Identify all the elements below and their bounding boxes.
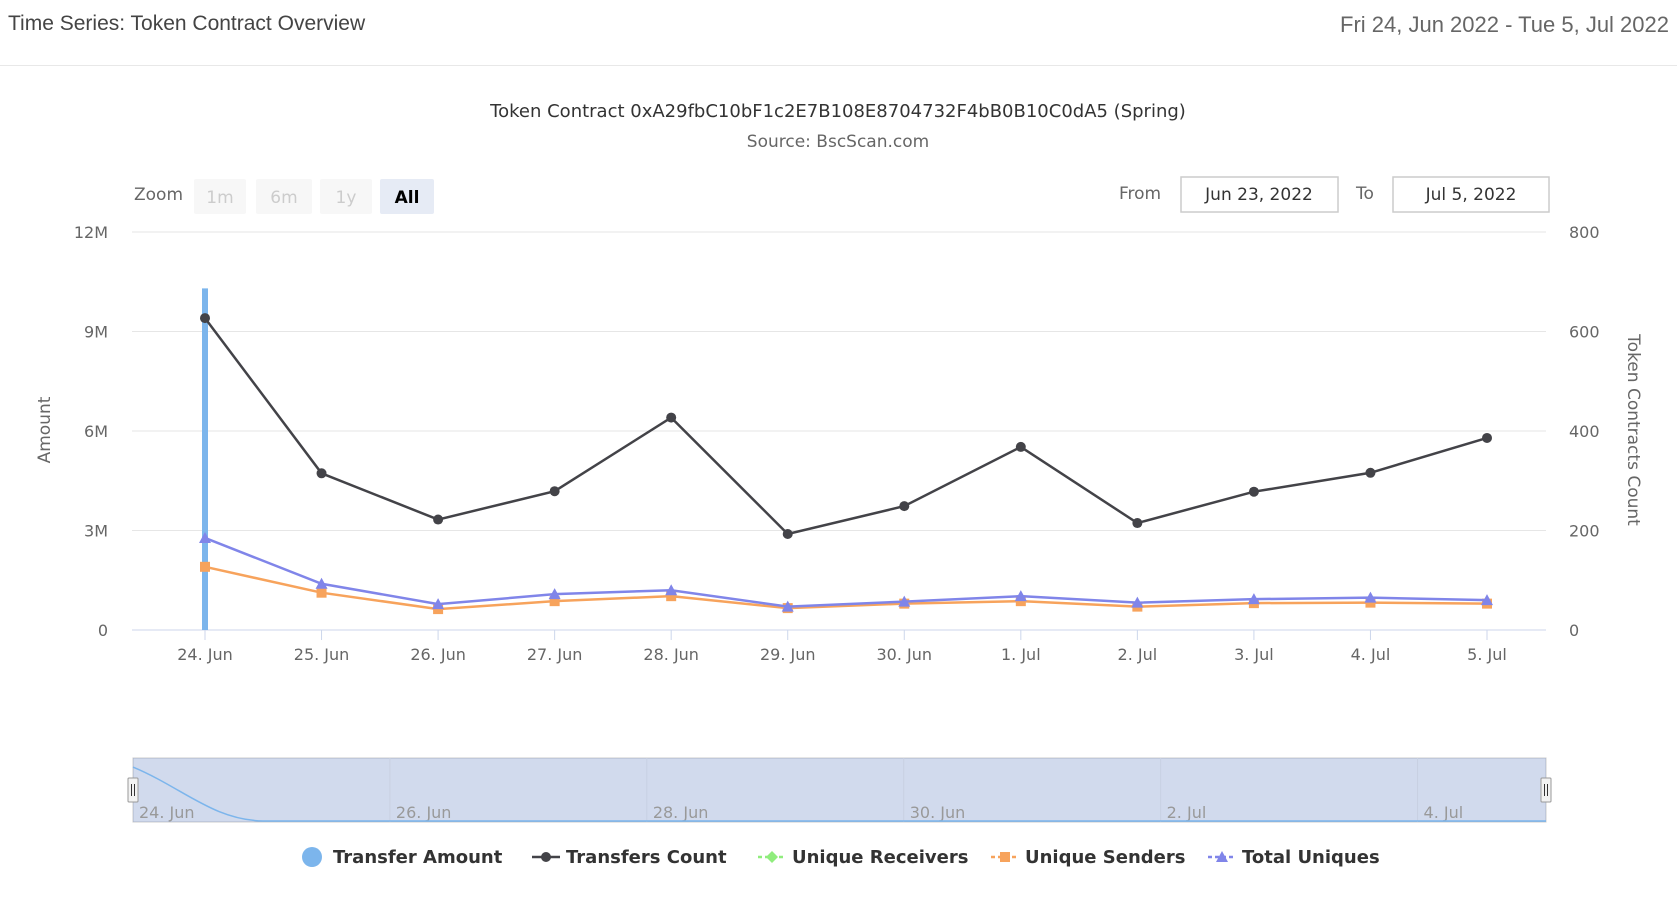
navigator[interactable]: 24. Jun 26. Jun 28. Jun 30. Jun 2. Jul 4. Jul [127,757,1552,823]
transfers-count-point [782,528,793,539]
x-tick-label: 28. Jun [643,645,699,664]
legend-item-transfers-count[interactable]: Transfers Count [532,847,727,868]
legend-symbol [1000,852,1010,862]
y-left-tick-label: 9M [84,323,108,342]
zoom-button-6m[interactable]: 6m [256,179,312,214]
transfers-count-point [1365,467,1376,478]
navigator-label: 30. Jun [910,803,966,822]
legend-item-unique-receivers[interactable]: Unique Receivers [758,847,968,868]
legend: Transfer Amount Transfers Count Unique Rec… [302,847,1380,868]
legend-symbol [302,847,322,867]
zoom-button-label: 6m [270,188,297,208]
chart-svg: Token Contract 0xA29fbC10bF1c2E7B108E870… [35,101,1643,868]
x-tick-label: 27. Jun [527,645,583,664]
zoom-button-label: All [395,188,420,208]
to-date-input[interactable]: Jul 5, 2022 [1392,176,1550,213]
transfers-count-point [549,486,560,497]
y-right-tick-label: 800 [1569,223,1600,242]
navigator-mask [133,758,1546,822]
legend-item-total-uniques[interactable]: Total Uniques [1208,847,1380,868]
unique-senders-line [204,565,1488,611]
x-tick-label: 25. Jun [294,645,350,664]
y-axis-left-title: Amount [35,396,55,463]
transfers-count-point [200,313,210,324]
navigator-label: 4. Jul [1424,803,1464,822]
navigator-label: 24. Jun [139,803,195,822]
navigator-label: 28. Jun [653,803,709,822]
y-right-tick-label: 0 [1569,621,1579,640]
y-left-tick-label: 6M [84,422,108,441]
x-tick-label: 29. Jun [760,645,816,664]
page-header: Time Series: Token Contract Overview Fri… [0,0,1677,66]
range-selector: Zoom 1m 6m 1y All From Jun 23, 2022 To J… [134,176,1550,214]
x-tick-label: 3. Jul [1234,645,1274,664]
y-left-tick-label: 0 [98,621,108,640]
y-right-tick-label: 600 [1569,323,1600,342]
from-label: From [1119,184,1161,204]
from-date-value: Jun 23, 2022 [1204,185,1313,205]
x-tick-label: 5. Jul [1467,645,1507,664]
transfers-count-point [316,468,327,479]
handle-body [127,777,139,803]
transfers-count-point [1482,432,1492,443]
plot-area: 0 0 3M 200 6M 400 9M 600 12M 800 24. Jun 25. Jun 26.… [74,223,1600,664]
navigator-right-handle[interactable] [1540,777,1552,803]
x-tick-label: 4. Jul [1351,645,1391,664]
legend-item-unique-senders[interactable]: Unique Senders [991,847,1185,868]
transfers-count-point [899,501,910,512]
transfers-count-point [666,412,677,423]
transfers-count-point [1248,486,1259,497]
legend-label: Unique Senders [1025,847,1185,868]
transfers-count-point [1132,518,1143,529]
zoom-label: Zoom [134,185,183,205]
chart-subtitle: Source: BscScan.com [747,132,929,152]
page-date-range: Fri 24, Jun 2022 - Tue 5, Jul 2022 [1340,12,1669,37]
legend-label: Transfers Count [566,847,727,868]
transfers-count-line [204,317,1488,536]
legend-label: Unique Receivers [792,847,968,868]
y-left-tick-label: 3M [84,522,108,541]
y-left-tick-label: 12M [74,223,108,242]
unique-senders-point [316,587,327,598]
x-tick-label: 24. Jun [177,645,233,664]
unique-senders-point [200,561,210,572]
handle-body [1540,777,1552,803]
zoom-button-all[interactable]: All [380,179,434,214]
x-tick-label: 26. Jun [410,645,466,664]
transfers-count-point [1015,441,1026,452]
zoom-button-label: 1y [336,188,357,208]
legend-symbol [541,852,551,862]
navigator-label: 2. Jul [1167,803,1207,822]
total-uniques-point [199,531,211,543]
chart-container: Token Contract 0xA29fbC10bF1c2E7B108E870… [0,66,1677,910]
navigator-label: 26. Jun [396,803,452,822]
x-tick-label: 1. Jul [1001,645,1041,664]
legend-item-transfer-amount[interactable]: Transfer Amount [302,847,503,868]
y-axis-right-title: Token Contracts Count [1623,333,1643,526]
transfer-amount-bar [202,288,208,630]
transfers-count-point [433,514,444,525]
zoom-button-label: 1m [206,188,233,208]
zoom-button-1y[interactable]: 1y [320,179,372,214]
x-tick-label: 2. Jul [1118,645,1158,664]
navigator-left-handle[interactable] [127,777,139,803]
chart-title: Token Contract 0xA29fbC10bF1c2E7B108E870… [489,101,1186,122]
y-right-tick-label: 400 [1569,422,1600,441]
to-date-value: Jul 5, 2022 [1425,185,1517,205]
x-tick-label: 30. Jun [877,645,933,664]
legend-label: Transfer Amount [333,847,503,868]
to-label: To [1355,184,1374,204]
page-title: Time Series: Token Contract Overview [8,12,366,35]
legend-label: Total Uniques [1242,847,1380,868]
from-date-input[interactable]: Jun 23, 2022 [1180,176,1339,213]
legend-symbol [766,851,778,863]
zoom-button-1m[interactable]: 1m [194,179,246,214]
total-uniques-line [204,536,1488,608]
y-right-tick-label: 200 [1569,522,1600,541]
